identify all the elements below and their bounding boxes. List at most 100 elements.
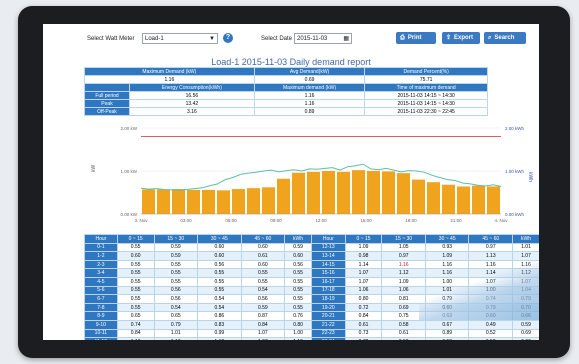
- grid-cell: 0.54: [240, 285, 286, 296]
- grid-header: 30 ~ 45: [424, 234, 470, 244]
- kwh-bar: [487, 186, 500, 214]
- grid-cell: 0.60: [116, 251, 155, 261]
- grid-cell: 0.65: [116, 311, 155, 321]
- grid-cell: 1.07: [344, 276, 383, 287]
- x-tick-label: 4. Nov: [494, 218, 508, 223]
- date-select-label: Select Date: [261, 36, 293, 42]
- printer-icon: ⎙: [400, 35, 405, 41]
- grid-cell: 0.61: [344, 319, 383, 330]
- grid-cell: 0.55: [116, 294, 155, 304]
- chevron-down-icon: ▼: [209, 36, 215, 42]
- grid-cell: 0.58: [381, 319, 426, 330]
- kwh-bar: [457, 186, 470, 214]
- hour-label: 5-6: [84, 285, 118, 296]
- grid-header: 45 ~ 60: [468, 234, 514, 244]
- grid-header: Hour: [310, 234, 346, 244]
- grid-cell: 0.87: [240, 311, 286, 321]
- kwh-bar: [427, 182, 440, 214]
- print-button[interactable]: ⎙ Print: [396, 32, 436, 44]
- kwh-bar: [217, 190, 230, 214]
- grid-cell: 0.52: [468, 328, 514, 339]
- grid-cell: 1.13: [468, 251, 514, 261]
- kwh-bar: [322, 171, 335, 214]
- grid-cell: 1.10: [284, 337, 312, 340]
- grid-cell: 1.09: [344, 242, 383, 253]
- grid-cell: 0.97: [381, 251, 426, 261]
- period-max: 1.16: [253, 99, 366, 108]
- grid-cell: 0.55: [240, 268, 286, 278]
- hour-label: 2-3: [84, 259, 118, 270]
- summary-header: Demand Percent(%): [364, 67, 488, 76]
- grid-cell: 0.56: [153, 285, 199, 296]
- kwh-bar: [367, 171, 380, 214]
- grid-header: 30 ~ 45: [197, 234, 242, 244]
- grid-header: 0 ~ 15: [116, 234, 155, 244]
- grid-cell: 0.55: [197, 268, 242, 278]
- grid-cell: 0.76: [284, 311, 312, 321]
- grid-cell: 1.07: [512, 251, 539, 261]
- search-icon: ⌕: [488, 35, 492, 41]
- grid-cell: 0.55: [284, 285, 312, 296]
- grid-cell: 0.55: [153, 259, 199, 270]
- x-tick-label: 3. Nov: [134, 218, 148, 223]
- grid-cell: 0.74: [116, 319, 155, 330]
- grid-header: kWh: [284, 234, 312, 244]
- grid-cell: 0.86: [197, 311, 242, 321]
- grid-cell: 0.84: [344, 311, 383, 321]
- hour-label: 3-4: [84, 268, 118, 278]
- grid-cell: 0.55: [116, 276, 155, 287]
- date-input[interactable]: 2015-11-03 ▦: [294, 33, 352, 44]
- hour-label: 7-8: [84, 302, 118, 313]
- period-energy: 3.16: [129, 107, 255, 116]
- grid-cell: 0.59: [153, 251, 199, 261]
- grid-cell: 0.65: [153, 311, 199, 321]
- hour-label: 22-23: [310, 328, 346, 339]
- grid-cell: 1.10: [153, 337, 199, 340]
- kwh-bar: [262, 187, 275, 214]
- period-header: [84, 83, 130, 92]
- y-right-tick-label: 2.00 kWh: [505, 126, 525, 131]
- kwh-bar: [412, 179, 425, 214]
- hour-label: 15-16: [310, 268, 346, 278]
- x-tick-label: 18:00: [405, 218, 417, 223]
- hour-label: 11-12: [84, 337, 118, 340]
- hour-label: 8-9: [84, 311, 118, 321]
- grid-cell: 0.55: [197, 276, 242, 287]
- hour-label: 13-14: [310, 251, 346, 261]
- search-button[interactable]: ⌕ Search: [484, 32, 526, 44]
- hour-label: 1-2: [84, 251, 118, 261]
- period-time: 2015-11-03 14:15 ~ 14:30: [364, 99, 488, 108]
- hour-label: 6-7: [84, 294, 118, 304]
- grid-cell: 0.52: [468, 337, 514, 340]
- hour-label: 20-21: [310, 311, 346, 321]
- x-tick-label: 03:00: [180, 218, 192, 223]
- grid-cell: 0.55: [284, 276, 312, 287]
- kwh-bar: [337, 171, 350, 214]
- grid-cell: 1.05: [381, 242, 426, 253]
- summary-table: Maximum Demand (kW) Avg Demand(kW) Deman…: [84, 67, 488, 116]
- print-label: Print: [407, 35, 422, 41]
- hour-label: 10-11: [84, 328, 118, 339]
- grid-cell: 0.98: [344, 251, 383, 261]
- date-value: 2015-11-03: [297, 36, 328, 42]
- table-row: 1-2 0.60 0.59 0.60 0.61 0.60 13-14 0.98 0.97 1.09…: [84, 251, 539, 261]
- watt-meter-value: Load-1: [145, 36, 164, 42]
- grid-cell: 0.79: [153, 319, 199, 330]
- period-name: Off-Peak: [84, 107, 130, 116]
- kwh-bar: [472, 185, 485, 214]
- watt-meter-select[interactable]: Load-1 ▼: [142, 33, 218, 44]
- hour-label: 14-15: [310, 259, 346, 270]
- grid-cell: 0.59: [512, 319, 539, 330]
- period-name: Peak: [84, 99, 130, 108]
- kwh-bar: [352, 170, 365, 214]
- grid-header: 0 ~ 15: [344, 234, 383, 244]
- grid-cell: 0.61: [381, 328, 426, 339]
- period-header: Energy Consumption(kWh): [129, 83, 255, 92]
- grid-cell: 0.55: [116, 302, 155, 313]
- help-icon[interactable]: ?: [223, 33, 233, 43]
- grid-cell: 1.06: [344, 285, 383, 296]
- period-header: Time of maximum demand: [364, 83, 488, 92]
- report-title: Load-1 2015-11-03 Daily demand report: [211, 57, 371, 67]
- export-button[interactable]: ⇪ Export: [442, 32, 480, 44]
- grid-cell: 0.59: [153, 242, 199, 253]
